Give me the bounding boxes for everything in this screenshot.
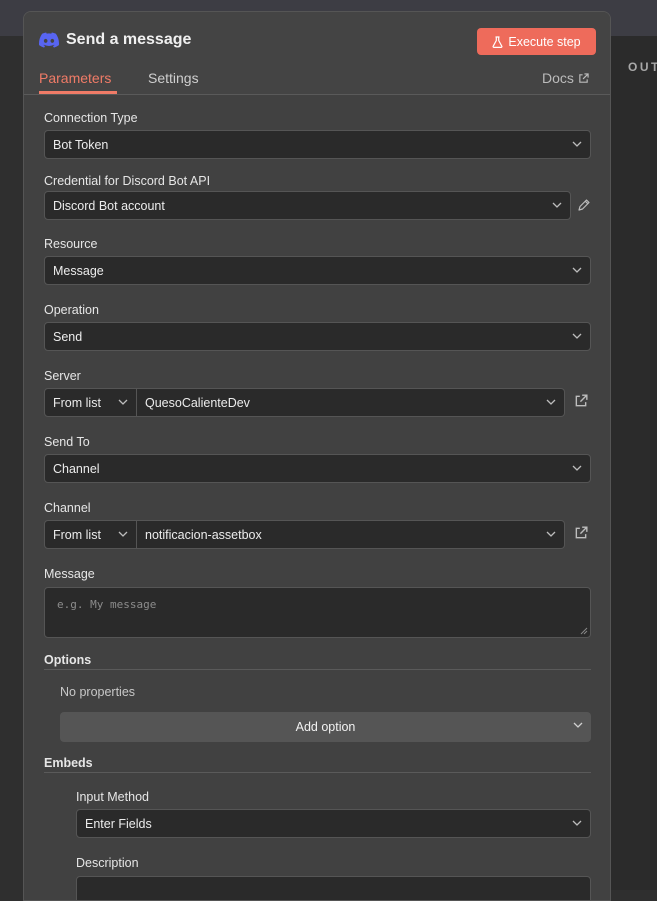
execute-step-button[interactable]: Execute step [477, 28, 596, 55]
resource-select[interactable]: Message [44, 256, 591, 285]
channel-mode-select[interactable]: From list [44, 520, 137, 549]
resize-grip-icon[interactable] [580, 627, 588, 635]
channel-mode-value: From list [53, 527, 101, 542]
server-value: QuesoCalienteDev [145, 395, 250, 410]
active-tab-indicator [39, 91, 117, 94]
server-value-select[interactable]: QuesoCalienteDev [137, 388, 565, 417]
chevron-down-icon [572, 820, 582, 826]
server-mode-value: From list [53, 395, 101, 410]
message-placeholder: e.g. My message [57, 598, 157, 611]
external-link-icon[interactable] [574, 394, 588, 408]
connection-type-select[interactable]: Bot Token [44, 130, 591, 159]
tab-settings[interactable]: Settings [148, 70, 199, 86]
flask-icon [492, 35, 503, 48]
external-link-icon[interactable] [574, 526, 588, 540]
operation-label: Operation [44, 303, 99, 317]
send-to-label: Send To [44, 435, 90, 449]
input-method-value: Enter Fields [85, 816, 152, 831]
channel-value-select[interactable]: notificacion-assetbox [137, 520, 565, 549]
chevron-down-icon [546, 531, 556, 537]
server-mode-select[interactable]: From list [44, 388, 137, 417]
message-textarea[interactable]: e.g. My message [44, 587, 591, 638]
panel-header: Send a message Execute step Parameters S… [24, 12, 610, 95]
chevron-down-icon [546, 399, 556, 405]
description-label: Description [76, 856, 139, 870]
chevron-down-icon [118, 399, 128, 405]
connection-type-value: Bot Token [53, 137, 109, 152]
operation-value: Send [53, 329, 83, 344]
discord-icon [39, 32, 59, 48]
execute-step-label: Execute step [508, 34, 581, 49]
server-label: Server [44, 369, 81, 383]
chevron-down-icon [573, 722, 583, 728]
chevron-down-icon [552, 202, 562, 208]
message-label: Message [44, 567, 95, 581]
external-link-icon [579, 72, 589, 83]
add-option-button[interactable]: Add option [60, 712, 591, 742]
description-input[interactable] [76, 876, 591, 900]
embeds-divider [44, 772, 591, 773]
send-to-select[interactable]: Channel [44, 454, 591, 483]
output-panel: OUT [611, 36, 657, 890]
channel-value: notificacion-assetbox [145, 527, 262, 542]
operation-select[interactable]: Send [44, 322, 591, 351]
credential-value: Discord Bot account [53, 198, 165, 213]
input-method-select[interactable]: Enter Fields [76, 809, 591, 838]
options-divider [44, 669, 591, 670]
chevron-down-icon [572, 141, 582, 147]
output-panel-label: OUT [628, 60, 657, 74]
options-title: Options [44, 653, 92, 667]
credential-label: Credential for Discord Bot API [44, 174, 211, 188]
docs-label: Docs [542, 70, 574, 86]
chevron-down-icon [572, 333, 582, 339]
credential-select[interactable]: Discord Bot account [44, 191, 571, 220]
pencil-icon[interactable] [577, 198, 591, 212]
embeds-title: Embeds [44, 756, 93, 770]
input-method-label: Input Method [76, 790, 149, 804]
node-parameters-panel: Send a message Execute step Parameters S… [23, 11, 611, 901]
send-to-value: Channel [53, 461, 100, 476]
resource-value: Message [53, 263, 104, 278]
channel-label: Channel [44, 501, 91, 515]
chevron-down-icon [572, 267, 582, 273]
chevron-down-icon [118, 531, 128, 537]
resource-label: Resource [44, 237, 98, 251]
connection-type-label: Connection Type [44, 111, 138, 125]
add-option-label: Add option [295, 720, 356, 734]
options-empty-text: No properties [60, 685, 136, 699]
panel-title: Send a message [66, 31, 192, 48]
chevron-down-icon [572, 465, 582, 471]
tab-parameters[interactable]: Parameters [39, 70, 111, 86]
docs-link[interactable]: Docs [542, 70, 589, 86]
